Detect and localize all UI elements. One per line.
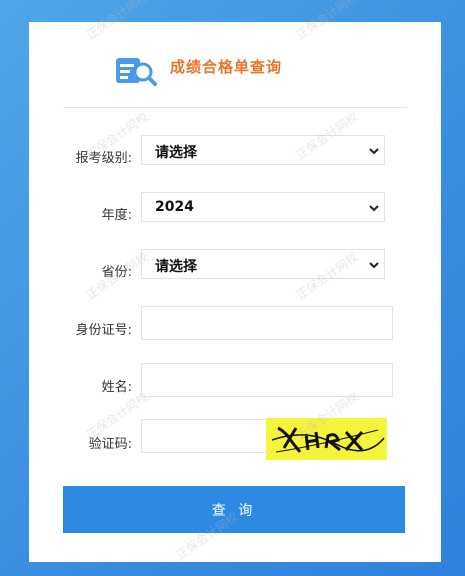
year-select[interactable]: 2024 [141, 192, 385, 222]
year-label: 年度: [101, 208, 132, 223]
name-label: 姓名: [101, 380, 132, 395]
chevron-down-icon [369, 148, 379, 155]
province-select[interactable]: 请选择 [141, 249, 385, 279]
divider [63, 107, 407, 108]
province-label: 省份: [101, 265, 132, 280]
province-select-value: 请选择 [155, 259, 197, 275]
captcha-label: 验证码: [88, 437, 132, 452]
id-card-label: 身份证号: [75, 323, 132, 338]
query-card: 成绩合格单查询 报考级别: 请选择 年度: 2024 省份: 请选择 身份证号:… [29, 22, 441, 562]
captcha-glyphs [271, 426, 385, 453]
query-button[interactable]: 查 询 [63, 486, 405, 533]
year-select-value: 2024 [155, 199, 194, 215]
name-input[interactable] [141, 363, 393, 397]
chevron-down-icon [369, 262, 379, 269]
level-label: 报考级别: [75, 151, 132, 166]
captcha-input[interactable] [141, 419, 269, 453]
level-select-value: 请选择 [155, 145, 197, 161]
search-document-icon [116, 58, 157, 86]
id-card-input[interactable] [141, 306, 393, 340]
page-title: 成绩合格单查询 [170, 58, 283, 76]
level-select[interactable]: 请选择 [141, 135, 385, 165]
chevron-down-icon [369, 205, 379, 212]
header: 成绩合格单查询 [29, 22, 441, 110]
captcha-image[interactable] [266, 418, 387, 460]
